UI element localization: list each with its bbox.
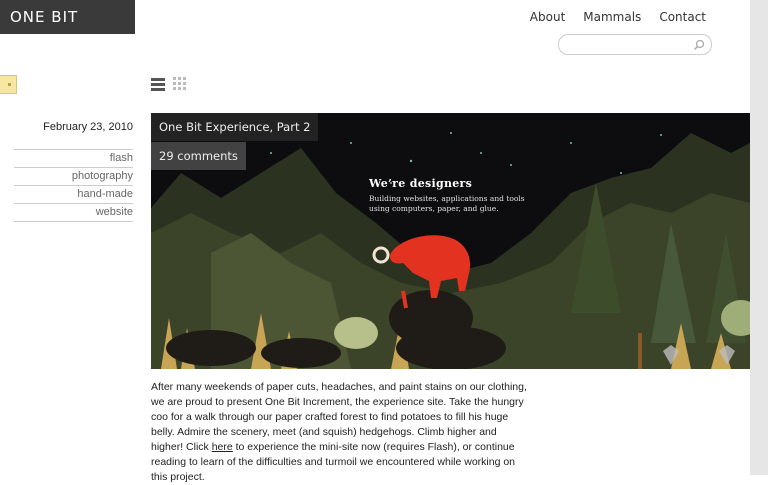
view-toggle xyxy=(151,77,187,91)
hero-subline: Building websites, applications and tool… xyxy=(369,194,529,214)
post-title[interactable]: One Bit Experience, Part 2 xyxy=(151,113,319,141)
hero-subline-1: Building websites, applications and tool… xyxy=(369,194,525,203)
hero-subline-2: using computers, paper, and glue. xyxy=(369,204,499,213)
search-icon[interactable] xyxy=(693,38,705,51)
comments-count[interactable]: 29 comments xyxy=(151,142,246,170)
search-box xyxy=(558,34,712,55)
tag-flash[interactable]: flash xyxy=(14,149,133,167)
nav-mammals[interactable]: Mammals xyxy=(583,10,641,24)
grid-view-icon[interactable] xyxy=(173,77,187,91)
tag-photography[interactable]: photography xyxy=(14,167,133,185)
tag-list: flash photography hand-made website xyxy=(14,149,133,222)
main-nav: About Mammals Contact xyxy=(530,10,706,24)
search-input[interactable] xyxy=(567,35,691,55)
hero-heading: We’re designers xyxy=(369,177,473,190)
post-date: February 23, 2010 xyxy=(43,121,133,133)
experience-link[interactable]: here xyxy=(212,441,233,453)
tag-website[interactable]: website xyxy=(14,203,133,222)
nav-about[interactable]: About xyxy=(530,10,565,24)
side-tab-dot xyxy=(8,83,11,86)
page-scrollbar-gutter xyxy=(750,0,768,475)
tag-hand-made[interactable]: hand-made xyxy=(14,185,133,203)
site-logo[interactable]: ONE BIT WONDER xyxy=(0,0,135,60)
post-body: After many weekends of paper cuts, heada… xyxy=(151,380,531,485)
side-tab[interactable] xyxy=(0,75,17,94)
nav-contact[interactable]: Contact xyxy=(659,10,706,24)
list-view-icon[interactable] xyxy=(151,77,165,91)
hero-image[interactable]: One Bit Experience, Part 2 29 comments W… xyxy=(151,113,750,369)
